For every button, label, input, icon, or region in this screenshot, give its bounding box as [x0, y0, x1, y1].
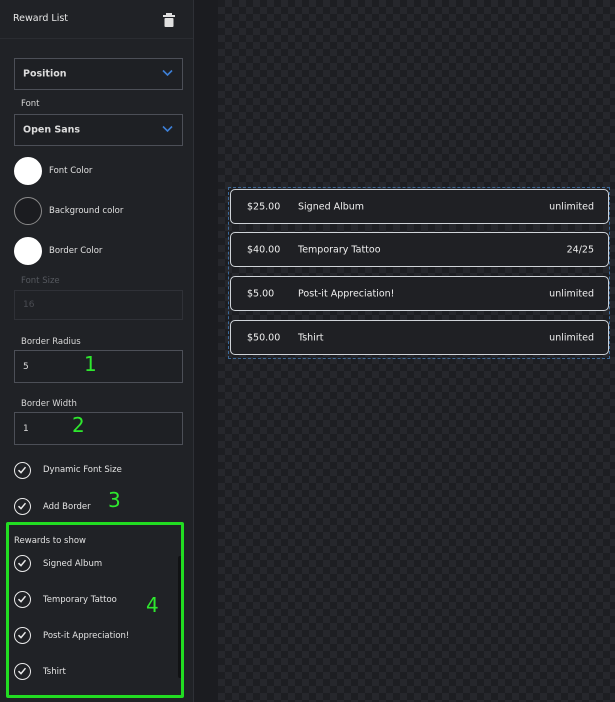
font-select[interactable]: Open Sans — [14, 114, 183, 146]
add-border-label: Add Border — [43, 502, 91, 512]
font-size-value: 16 — [23, 300, 35, 310]
reward-row[interactable]: $50.00 Tshirt unlimited — [230, 320, 609, 355]
font-color-label: Font Color — [49, 166, 93, 176]
check-icon — [17, 502, 27, 510]
annotation-number: 1 — [84, 352, 97, 376]
sidebar-header: Reward List — [0, 0, 193, 39]
border-radius-label: Border Radius — [21, 337, 81, 347]
reward-price: $40.00 — [247, 244, 281, 255]
position-select-value: Position — [23, 68, 67, 80]
reward-price: $50.00 — [247, 332, 281, 343]
check-icon — [17, 466, 27, 474]
border-color-label: Border Color — [49, 246, 103, 256]
dynamic-font-size-checkbox[interactable] — [14, 462, 31, 479]
position-select[interactable]: Position — [14, 58, 183, 90]
add-border-checkbox[interactable] — [14, 498, 31, 515]
annotation-number: 4 — [146, 593, 159, 617]
border-width-value: 1 — [23, 423, 29, 434]
reward-name: Post-it Appreciation! — [298, 288, 395, 299]
chevron-down-icon — [162, 69, 173, 80]
reward-row[interactable]: $40.00 Temporary Tattoo 24/25 — [230, 232, 609, 267]
border-color-swatch[interactable] — [14, 237, 42, 265]
reward-availability: unlimited — [549, 288, 594, 299]
reward-price: $5.00 — [247, 288, 275, 299]
background-color-swatch[interactable] — [14, 197, 42, 225]
border-width-label: Border Width — [21, 399, 77, 409]
sidebar-title: Reward List — [13, 13, 69, 24]
dynamic-font-size-label: Dynamic Font Size — [43, 465, 122, 475]
font-color-swatch[interactable] — [14, 157, 42, 185]
annotation-number: 3 — [108, 488, 121, 512]
border-radius-input[interactable]: 5 — [14, 350, 183, 383]
reward-availability: 24/25 — [566, 244, 594, 255]
reward-name: Signed Album — [298, 201, 365, 212]
reward-availability: unlimited — [549, 201, 594, 212]
trash-icon[interactable] — [163, 12, 175, 27]
font-size-input: 16 — [14, 290, 183, 320]
font-label: Font — [21, 99, 40, 109]
background-color-label: Background color — [49, 206, 124, 216]
border-width-input[interactable]: 1 — [14, 412, 183, 445]
reward-name: Temporary Tattoo — [298, 244, 381, 255]
settings-sidebar: Reward List Position Font Open Sans Font… — [0, 0, 194, 702]
reward-availability: unlimited — [549, 332, 594, 343]
reward-row[interactable]: $5.00 Post-it Appreciation! unlimited — [230, 276, 609, 311]
chevron-down-icon — [162, 125, 173, 136]
reward-name: Tshirt — [298, 332, 324, 343]
reward-price: $25.00 — [247, 201, 281, 212]
font-select-value: Open Sans — [23, 124, 81, 136]
border-radius-value: 5 — [23, 361, 29, 372]
annotation-number: 2 — [72, 413, 85, 437]
reward-row[interactable]: $25.00 Signed Album unlimited — [230, 189, 609, 224]
font-size-label: Font Size — [21, 276, 60, 286]
